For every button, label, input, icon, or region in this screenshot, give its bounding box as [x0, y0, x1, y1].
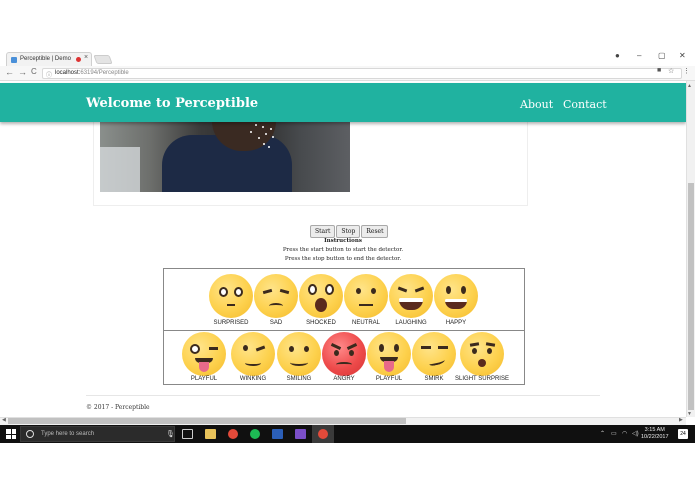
microphone-icon[interactable]: 🎙 [166, 430, 175, 438]
face-landmark [272, 136, 274, 138]
instructions-title: Instructions [324, 238, 362, 244]
vertical-scroll-thumb[interactable] [688, 183, 694, 410]
active-chrome-taskbar-item[interactable] [312, 425, 334, 443]
browser-tab[interactable]: Perceptible | Demo × [6, 52, 92, 66]
network-icon[interactable]: ▭ [611, 430, 617, 437]
url-path: 63194/Perceptible [80, 70, 129, 76]
nav-link-contact[interactable]: Contact [563, 98, 607, 111]
maximize-button[interactable]: ▢ [658, 51, 666, 60]
emotion-label: HAPPY [445, 320, 467, 326]
menu-icon[interactable]: ⋮ [683, 67, 690, 75]
file-explorer-icon[interactable] [205, 429, 216, 439]
forward-button[interactable]: → [18, 67, 27, 77]
screen: Perceptible | Demo × ● – ▢ ✕ ← → C ⓘ loc… [0, 0, 695, 494]
recording-indicator-icon [76, 57, 81, 62]
chrome-icon [318, 429, 328, 439]
volume-icon[interactable]: ◁) [632, 430, 639, 437]
webcam-light-area [100, 147, 140, 192]
camera-in-use-icon[interactable]: ■ [657, 67, 661, 74]
scroll-right-arrow-icon[interactable]: ▶ [679, 417, 683, 423]
playful-tongue-emoji-icon [367, 332, 411, 376]
smiling-emoji-icon [277, 332, 321, 376]
back-button[interactable]: ← [5, 67, 14, 77]
scroll-left-arrow-icon[interactable]: ◀ [2, 417, 6, 423]
playful-emoji-icon [182, 332, 226, 376]
close-window-button[interactable]: ✕ [679, 51, 686, 60]
taskbar-clock[interactable]: 3:15 AM 10/22/2017 [641, 427, 669, 441]
reset-button[interactable]: Reset [361, 225, 389, 238]
clock-time: 3:15 AM [644, 427, 665, 433]
detector-controls: Start Stop Reset [310, 225, 389, 238]
spotify-icon[interactable] [250, 429, 260, 439]
profile-icon[interactable]: ● [615, 51, 620, 60]
instructions-line-start: Press the start button to start the dete… [282, 247, 404, 253]
windows-taskbar: Type here to search 🎙 [0, 425, 695, 443]
site-navbar: Welcome to Perceptible About Contact [0, 83, 686, 122]
wifi-icon[interactable]: ◠ [622, 430, 627, 437]
address-bar-row: ← → C ⓘ localhost:63194/Perceptible ■ ☆ … [0, 66, 695, 81]
face-landmark [265, 133, 267, 135]
taskbar-search-placeholder: Type here to search [41, 431, 95, 437]
stop-button[interactable]: Stop [336, 225, 361, 238]
page-viewport: Welcome to Perceptible About Contact Sta… [0, 81, 686, 417]
cortana-icon [26, 430, 34, 438]
scroll-up-arrow-icon[interactable]: ▲ [687, 83, 692, 89]
face-landmark [255, 124, 257, 126]
card-border [527, 121, 528, 205]
emotion-label: SLIGHT SURPRISE [455, 376, 509, 382]
sad-emoji-icon [254, 274, 298, 318]
face-landmark [262, 126, 264, 128]
face-landmark [250, 131, 252, 133]
winking-emoji-icon [231, 332, 275, 376]
face-landmark [263, 143, 265, 145]
webcam-feed [100, 121, 350, 192]
face-landmark [270, 128, 272, 130]
visual-studio-icon[interactable] [295, 429, 306, 439]
angry-emoji-icon [322, 332, 366, 376]
happy-emoji-icon [434, 274, 478, 318]
laughing-emoji-icon [389, 274, 433, 318]
word-icon[interactable] [272, 429, 283, 439]
reload-button[interactable]: C [31, 67, 37, 76]
nav-link-about[interactable]: About [520, 98, 553, 111]
smirk-emoji-icon [412, 332, 456, 376]
clock-date: 10/22/2017 [641, 434, 669, 440]
card-border [93, 121, 94, 205]
horizontal-scroll-thumb[interactable] [8, 418, 406, 424]
instructions-line-stop: Press the stop button to end the detecto… [284, 256, 402, 262]
surprised-emoji-icon [209, 274, 253, 318]
face-landmark [258, 137, 260, 139]
card-border [93, 205, 528, 206]
footer-divider [86, 395, 600, 396]
url-input[interactable]: ⓘ localhost:63194/Perceptible [42, 68, 682, 79]
task-view-icon[interactable] [182, 429, 193, 439]
chrome-icon[interactable] [228, 429, 238, 439]
windows-start-icon[interactable] [6, 429, 16, 439]
site-info-icon[interactable]: ⓘ [46, 70, 52, 79]
emotion-panel-divider [163, 330, 525, 331]
browser-tab-strip: Perceptible | Demo × ● – ▢ ✕ [0, 48, 695, 66]
shocked-emoji-icon [299, 274, 343, 318]
face-landmark [268, 146, 270, 148]
slight-surprise-emoji-icon [460, 332, 504, 376]
start-button[interactable]: Start [310, 225, 336, 238]
action-center-icon[interactable]: 24 [678, 429, 688, 439]
minimize-button[interactable]: – [637, 51, 641, 60]
scroll-down-arrow-icon[interactable]: ▼ [687, 411, 692, 417]
footer-copyright: © 2017 - Perceptible [86, 404, 150, 411]
url-host: localhost: [55, 70, 81, 76]
tray-up-arrow-icon[interactable]: ⌃ [600, 430, 605, 437]
new-tab-button[interactable] [93, 55, 113, 64]
site-brand[interactable]: Welcome to Perceptible [86, 96, 258, 111]
taskbar-search-input[interactable]: Type here to search 🎙 [20, 426, 175, 442]
neutral-emoji-icon [344, 274, 388, 318]
tab-title: Perceptible | Demo [20, 56, 71, 62]
bookmark-star-icon[interactable]: ☆ [668, 67, 674, 75]
favicon-icon [11, 57, 17, 63]
tab-close-icon[interactable]: × [84, 54, 88, 61]
